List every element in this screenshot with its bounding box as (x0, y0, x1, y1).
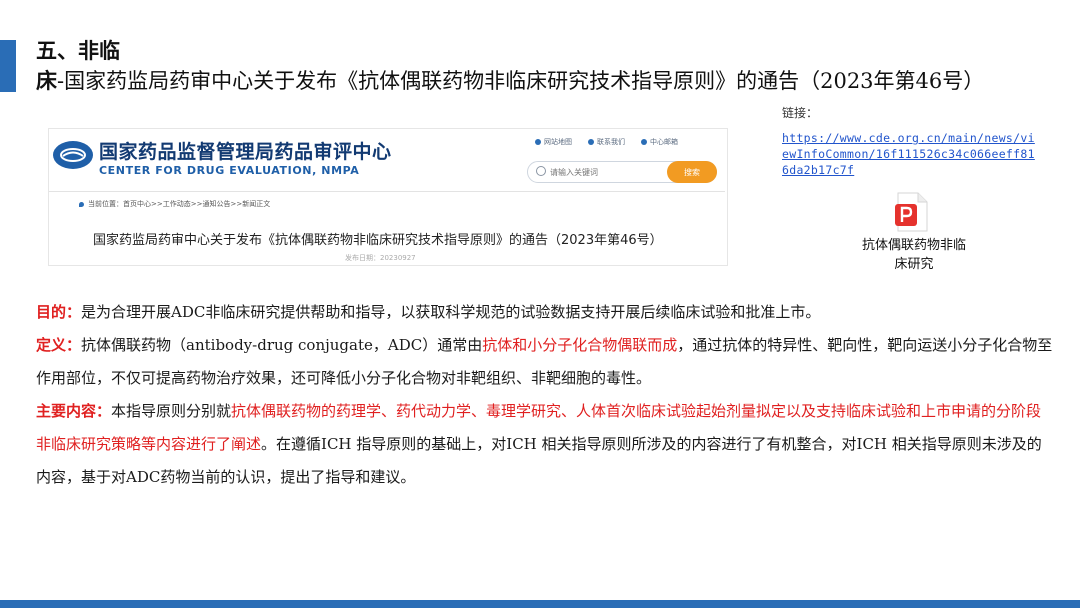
search-icon (536, 166, 546, 176)
site-link-sitemap[interactable]: 网站地图 (535, 137, 572, 147)
cde-logo-icon (53, 141, 93, 169)
pdf-icon[interactable] (894, 192, 928, 232)
source-link[interactable]: https://www.cde.org.cn/main/news/viewInf… (782, 130, 1038, 178)
slide-title-rest: -国家药监局药审中心关于发布《抗体偶联药物非临床研究技术指导原则》的通告（202… (57, 69, 985, 93)
main-content-paragraph: 主要内容：本指导原则分别就抗体偶联药物的药理学、药代动力学、毒理学研究、人体首次… (36, 395, 1056, 494)
mail-icon (641, 139, 647, 145)
location-pin-icon (79, 201, 84, 207)
site-article-title: 国家药监局药审中心关于发布《抗体偶联药物非临床研究技术指导原则》的通告（2023… (93, 233, 663, 248)
site-name-en: CENTER FOR DRUG EVALUATION, NMPA (99, 164, 360, 177)
purpose-text: 是为合理开展ADC非临床研究提供帮助和指导，以获取科学规范的试验数据支持开展后续… (81, 303, 821, 321)
site-search-input[interactable] (548, 164, 662, 180)
definition-text-1: 抗体偶联药物（antibody-drug conjugate，ADC）通常由 (81, 336, 483, 354)
site-name: 国家药品监督管理局药品审评中心 (99, 141, 392, 163)
footer-bar (0, 600, 1080, 608)
site-search-button[interactable]: 搜索 (667, 161, 717, 183)
phone-icon (588, 139, 594, 145)
purpose-paragraph: 目的：是为合理开展ADC非临床研究提供帮助和指导，以获取科学规范的试验数据支持开… (36, 296, 1056, 329)
sitemap-icon (535, 139, 541, 145)
main-text-1: 本指导原则分别就 (111, 402, 232, 420)
title-accent-bar (0, 40, 16, 92)
site-top-links: 网站地图 联系我们 中心邮箱 (535, 137, 678, 147)
site-publish-date: 发布日期：20230927 (345, 254, 416, 262)
link-label: 链接： (782, 106, 819, 120)
site-link-mail[interactable]: 中心邮箱 (641, 137, 678, 147)
definition-label: 定义： (36, 336, 82, 354)
site-divider (49, 191, 725, 192)
purpose-label: 目的： (36, 303, 82, 321)
main-content-label: 主要内容： (36, 402, 112, 420)
content-body: 目的：是为合理开展ADC非临床研究提供帮助和指导，以获取科学规范的试验数据支持开… (36, 296, 1056, 494)
definition-highlight: 抗体和小分子化合物偶联而成 (482, 336, 678, 354)
site-link-contact[interactable]: 联系我们 (588, 137, 625, 147)
slide-title: 五、非临床-国家药监局药审中心关于发布《抗体偶联药物非临床研究技术指导原则》的通… (36, 36, 1066, 96)
pdf-file-name[interactable]: 抗体偶联药物非临床研究 (858, 236, 970, 274)
site-search-box: 搜索 (527, 161, 717, 183)
definition-paragraph: 定义：抗体偶联药物（antibody-drug conjugate，ADC）通常… (36, 329, 1056, 395)
website-screenshot: 国家药品监督管理局药品审评中心 CENTER FOR DRUG EVALUATI… (48, 128, 728, 266)
breadcrumb: 当前位置：首页中心>>工作动态>>通知公告>>新闻正文 (79, 199, 270, 209)
